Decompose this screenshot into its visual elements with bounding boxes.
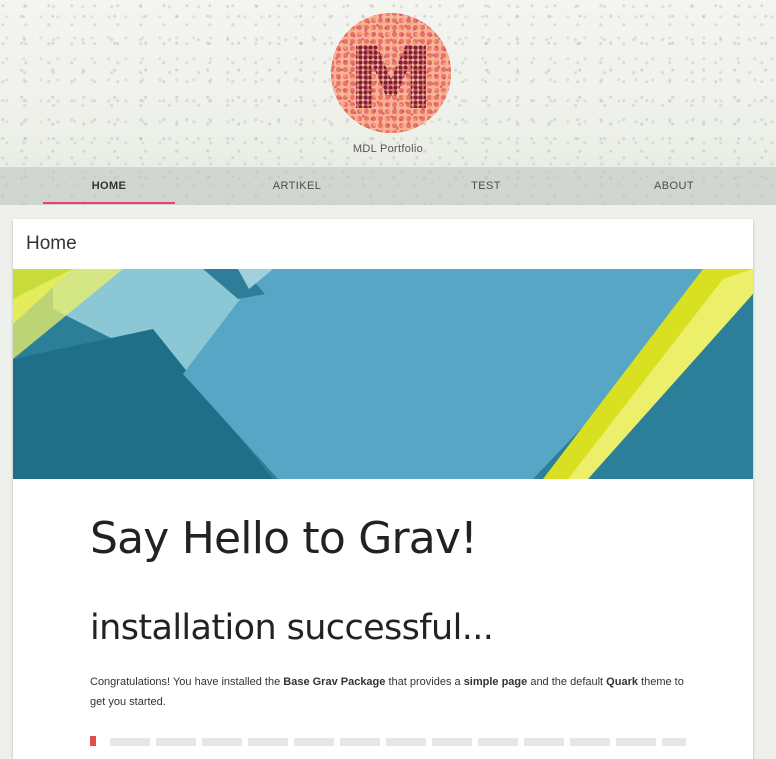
content-card: Home Say Hello to Grav! installation suc… xyxy=(13,219,753,759)
card-title: Home xyxy=(26,233,77,254)
intro-paragraph: Congratulations! You have installed the … xyxy=(90,672,690,712)
page-heading: Say Hello to Grav! xyxy=(90,513,478,564)
blockquote-partial xyxy=(90,736,686,746)
intro-bold-2: simple page xyxy=(463,676,528,688)
intro-text-1: Congratulations! You have installed the xyxy=(90,676,284,688)
nav-item-home[interactable]: HOME xyxy=(43,167,175,205)
site-logo[interactable]: M xyxy=(328,10,454,136)
main-nav: HOME ARTIKEL TEST ABOUT xyxy=(0,167,776,205)
nav-item-about[interactable]: ABOUT xyxy=(608,167,740,205)
intro-text-2: that provides a xyxy=(385,676,464,688)
intro-text-3: and the default xyxy=(527,676,607,688)
page-content: Say Hello to Grav! installation successf… xyxy=(13,513,753,712)
intro-bold-3: Quark xyxy=(606,676,638,688)
logo-letter: M xyxy=(348,29,434,129)
site-name[interactable]: MDL Portfolio xyxy=(0,143,776,155)
intro-bold-1: Base Grav Package xyxy=(283,676,386,688)
page-subheading: installation successful... xyxy=(90,608,494,648)
nav-item-test[interactable]: TEST xyxy=(420,167,552,205)
hero-image xyxy=(13,269,753,479)
nav-item-artikel[interactable]: ARTIKEL xyxy=(231,167,363,205)
site-header: M MDL Portfolio HOME ARTIKEL TEST ABOUT xyxy=(0,0,776,205)
